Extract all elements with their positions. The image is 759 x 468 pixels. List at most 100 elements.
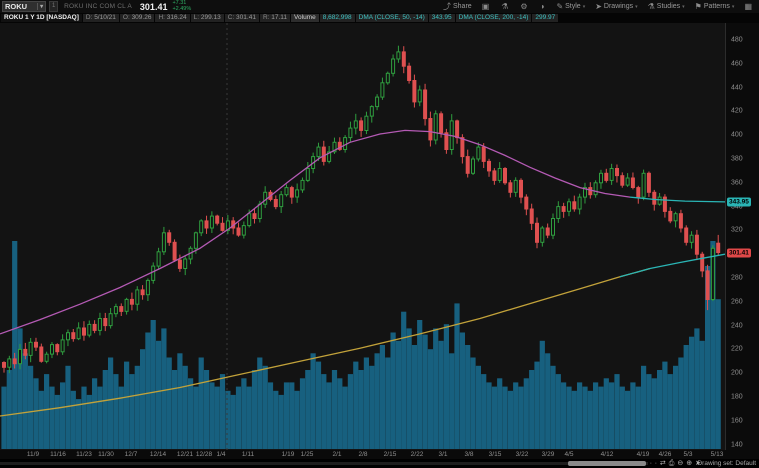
y-axis-label: 480 [731, 36, 743, 44]
ohlc-field: D: 5/10/21 [82, 14, 119, 22]
y-axis-label: 200 [731, 369, 743, 377]
chevron-down-icon: ▾ [682, 3, 685, 10]
y-axis-label: 420 [731, 107, 743, 115]
x-axis-label: 2/15 [383, 451, 397, 458]
x-axis-label: 2/22 [410, 451, 424, 458]
y-axis-label: 180 [731, 393, 743, 401]
drawings-button[interactable]: ➤ Drawings ▾ [590, 0, 642, 13]
time-axis[interactable]: 11/9 11/16 11/23 11/30 12/7 12/14 12/21 12/28 1/… [0, 450, 759, 459]
x-axis-label: 4/12 [600, 451, 614, 458]
y-axis-label: 440 [731, 84, 743, 92]
x-axis-label: 12/7 [124, 451, 138, 458]
status-bar: ROKU 1 Y 1D [NASDAQ] D: 5/10/21 O: 309.26… [0, 13, 759, 23]
study-value: 299.97 [532, 14, 559, 22]
camera-button[interactable]: ▣ [477, 0, 497, 13]
drawing-set-label: Drawing set: Default [697, 460, 756, 467]
share-icon: ⤴ [443, 2, 451, 11]
x-axis-label: 4/19 [636, 451, 650, 458]
x-axis-label: 11/30 [98, 451, 114, 458]
y-axis-label: 400 [731, 131, 743, 139]
ohlc-field: O: 309.26 [119, 14, 155, 22]
x-axis-label: 3/29 [541, 451, 555, 458]
grid-button[interactable]: ▦ [739, 0, 759, 13]
print-button[interactable]: ⎙ [669, 459, 675, 468]
last-price-bubble: 301.41 [727, 248, 751, 258]
share-button[interactable]: ⤴ Share [438, 0, 477, 13]
study-label[interactable]: DMA (CLOSE, 50, -14) [355, 14, 428, 22]
x-axis-label: 3/15 [488, 451, 502, 458]
y-axis-label: 380 [731, 155, 743, 163]
ohlc-fields: D: 5/10/21 O: 309.26 H: 316.24 L: 299.13 C: … [82, 14, 291, 22]
symbol-label: ROKU [5, 2, 28, 11]
x-axis-label: 4/26 [658, 451, 672, 458]
change-percent: +2.49% [172, 5, 192, 12]
volume-study-label[interactable]: Volume [291, 14, 319, 22]
beaker-button[interactable]: ⚗ [496, 0, 515, 13]
ohlc-field: H: 316.24 [155, 14, 190, 22]
top-toolbar: ROKU ▾ 1 ROKU INC COM CL A 301.41 +7.31 … [0, 0, 759, 13]
patterns-icon: ⚑ [694, 2, 702, 11]
company-name: ROKU INC COM CL A [64, 3, 132, 10]
settings-button[interactable]: ⚙ [515, 0, 534, 13]
study-value: 343.95 [428, 14, 455, 22]
ohlc-field: L: 299.13 [190, 14, 224, 22]
time-scrollbar-track[interactable] [0, 462, 648, 465]
y-axis-label: 260 [731, 298, 743, 306]
x-axis-label: 11/9 [26, 451, 40, 458]
ohlc-field: C: 301.41 [224, 14, 259, 22]
price-change: +7.31 +2.49% [172, 0, 192, 12]
price-chart[interactable] [0, 23, 726, 450]
bottom-bar: ∙ ∙ ⇄ ⎙ ⊖ ⊕ ➤ Drawing set: Default [0, 459, 759, 468]
studies-button[interactable]: ⚗ Studies ▾ [643, 0, 690, 13]
toolbar-right: ⤴ Share ▣ ⚗ ⚙ ◑ ✎ Style ▾ ➤ Drawings ▾ ⚗ Studies ▾ ⚑ Pat… [438, 0, 759, 13]
y-axis-label: 160 [731, 417, 743, 425]
y-axis-label: 460 [731, 60, 743, 68]
time-scrollbar-thumb[interactable] [568, 461, 646, 466]
volume-value: 8,682,998 [319, 14, 355, 22]
x-axis-label: 2/1 [332, 451, 342, 458]
y-axis-label: 280 [731, 274, 743, 282]
price-axis[interactable]: 4804604404204003803603403203002802602402… [725, 23, 759, 450]
last-price: 301.41 [139, 1, 168, 12]
beaker-icon: ⚗ [501, 2, 509, 11]
x-axis-label: 3/8 [464, 451, 474, 458]
y-axis-label: 360 [731, 179, 743, 187]
style-button[interactable]: ✎ Style ▾ [551, 0, 590, 13]
ohlc-field: R: 17.11 [259, 14, 291, 22]
settings-icon: ⚙ [520, 2, 528, 11]
chevron-down-icon: ▾ [582, 3, 586, 10]
studies-icon: ⚗ [647, 2, 655, 11]
x-axis-label: 3/22 [515, 451, 529, 458]
style-icon: ✎ [556, 2, 564, 11]
chart-title: ROKU 1 Y 1D [NASDAQ] [1, 14, 82, 22]
x-axis-label: 1/25 [300, 451, 314, 458]
y-axis-label: 220 [731, 345, 743, 353]
x-axis-label: 1/4 [216, 451, 226, 458]
x-axis-label: 12/14 [149, 451, 167, 458]
chevron-down-icon: ▾ [37, 3, 43, 10]
x-axis-label: 2/8 [358, 451, 368, 458]
contrast-button[interactable]: ◑ [535, 0, 552, 13]
pan-arrows-button[interactable]: ⇄ [660, 459, 666, 468]
x-axis-label: 11/23 [76, 451, 92, 458]
study-chips: DMA (CLOSE, 50, -14) 343.95 DMA (CLOSE, 20… [355, 14, 559, 22]
contrast-icon: ◑ [539, 2, 545, 11]
dot-icon: ∙ [654, 460, 657, 467]
link-badge[interactable]: 1 [49, 1, 59, 12]
patterns-button[interactable]: ⚑ Patterns ▾ [690, 0, 740, 13]
zoom-in-button[interactable]: ⊕ [686, 459, 692, 468]
x-axis-label: 11/16 [50, 451, 66, 458]
chevron-down-icon: ▾ [731, 3, 735, 10]
x-axis-label: 4/5 [564, 451, 574, 458]
x-axis-label: 5/3 [683, 451, 693, 458]
x-axis-label: 1/19 [281, 451, 295, 458]
symbol-dropdown[interactable]: ROKU ▾ [2, 1, 47, 12]
x-axis-label: 3/1 [438, 451, 448, 458]
chevron-down-icon: ▾ [635, 3, 638, 10]
chart-nav-icons: ∙ ∙ ⇄ ⎙ ⊖ ⊕ ➤ [650, 459, 704, 468]
study-label[interactable]: DMA (CLOSE, 200, -14) [455, 14, 532, 22]
candlestick-chart[interactable] [0, 23, 726, 450]
dma50-price-bubble: 343.95 [727, 197, 751, 207]
x-axis-label: 12/28 [195, 451, 213, 458]
zoom-out-button[interactable]: ⊖ [677, 459, 683, 468]
